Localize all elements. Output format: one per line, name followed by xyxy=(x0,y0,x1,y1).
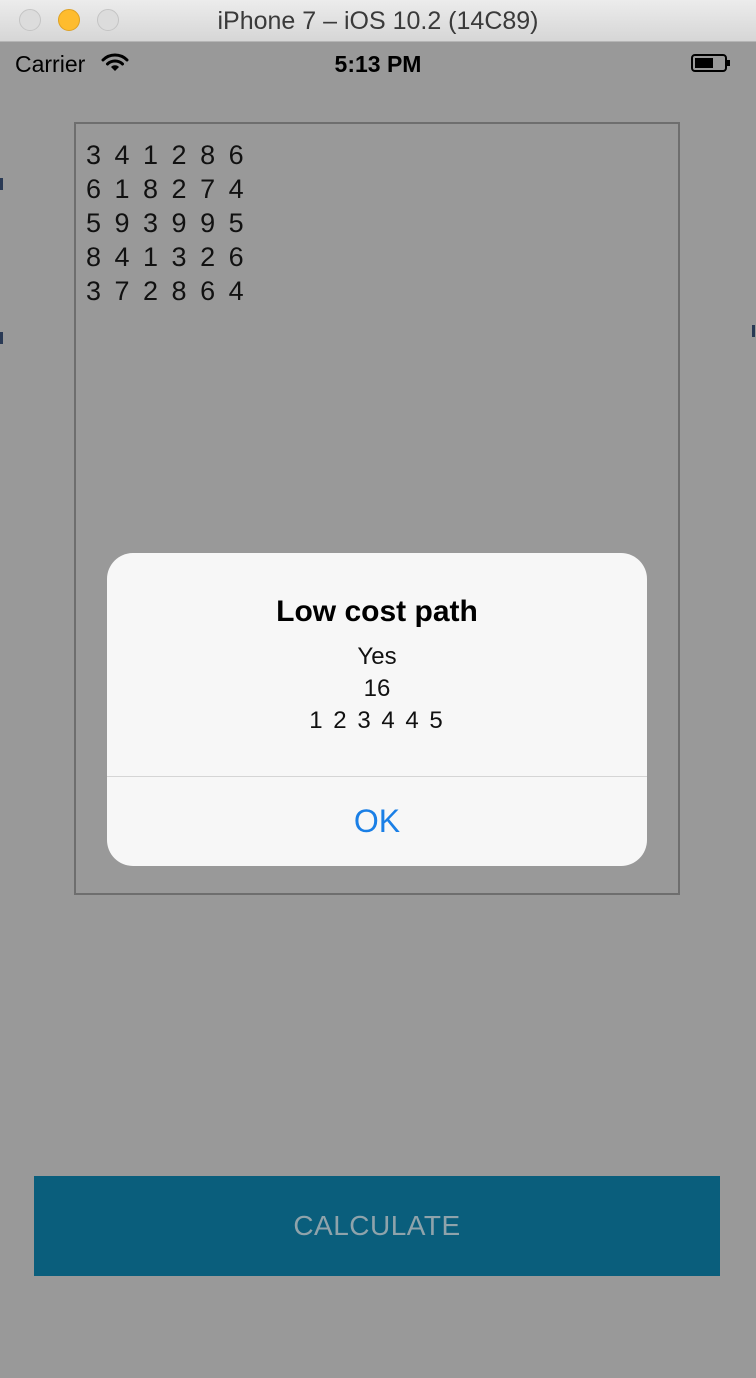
edge-marker xyxy=(0,178,3,190)
matrix-row: 6 1 8 2 7 4 xyxy=(86,174,247,204)
alert-message-line: Yes xyxy=(357,643,397,670)
battery-icon xyxy=(691,54,730,72)
matrix-row: 8 4 1 3 2 6 xyxy=(86,242,247,272)
ok-button[interactable]: OK xyxy=(107,777,647,866)
window-titlebar: iPhone 7 – iOS 10.2 (14C89) xyxy=(0,0,756,42)
alert-dialog: Low cost path Yes 16 1 2 3 4 4 5 OK xyxy=(107,553,647,866)
matrix-row: 5 9 3 9 9 5 xyxy=(86,208,247,238)
matrix-row: 3 4 1 2 8 6 xyxy=(86,140,247,170)
simulator-window: iPhone 7 – iOS 10.2 (14C89) Carrier 5:13… xyxy=(0,0,756,1378)
status-time: 5:13 PM xyxy=(334,51,422,77)
edge-marker xyxy=(0,332,3,344)
window-title: iPhone 7 – iOS 10.2 (14C89) xyxy=(217,7,539,35)
calculate-button[interactable]: CALCULATE xyxy=(34,1176,720,1276)
alert-message-line: 1 2 3 4 4 5 xyxy=(309,707,445,734)
alert-message-line: 16 xyxy=(363,675,391,702)
status-bar: Carrier 5:13 PM xyxy=(0,42,756,82)
edge-marker xyxy=(752,325,755,337)
alert-title: Low cost path xyxy=(276,595,478,628)
matrix-row: 3 7 2 8 6 4 xyxy=(86,276,247,306)
